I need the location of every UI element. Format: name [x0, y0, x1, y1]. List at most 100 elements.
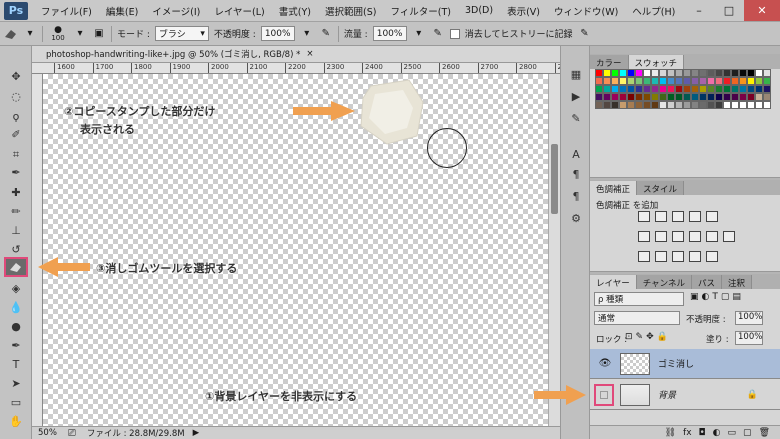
swatch-cell[interactable]	[723, 85, 731, 93]
swatch-cell[interactable]	[619, 85, 627, 93]
fill-input[interactable]: 100%	[735, 331, 763, 345]
close-document-icon[interactable]: ×	[306, 49, 313, 59]
swatch-cell[interactable]	[747, 85, 755, 93]
flow-input[interactable]: 100%	[372, 26, 407, 41]
swatch-cell[interactable]	[659, 69, 667, 77]
swatch-cell[interactable]	[699, 85, 707, 93]
swatch-cell[interactable]	[611, 93, 619, 101]
layer-filter-icons[interactable]: ▣◐T▢▤	[690, 292, 744, 302]
swatch-cell[interactable]	[635, 93, 643, 101]
swatch-cell[interactable]	[739, 77, 747, 85]
brush-presets-icon[interactable]: ¶	[567, 188, 585, 204]
quick-select-tool-icon[interactable]: ✐	[6, 126, 26, 143]
hand-tool-icon[interactable]: ✋	[6, 413, 26, 430]
swatch-cell[interactable]	[747, 101, 755, 109]
swatch-cell[interactable]	[723, 93, 731, 101]
swatch-cell[interactable]	[763, 77, 771, 85]
swatch-cell[interactable]	[747, 93, 755, 101]
tab-styles[interactable]: スタイル	[637, 181, 685, 195]
gradient-map-icon[interactable]	[689, 251, 701, 262]
swatch-cell[interactable]	[603, 93, 611, 101]
swatch-cell[interactable]	[731, 101, 739, 109]
swatch-cell[interactable]	[651, 93, 659, 101]
swatch-cell[interactable]	[691, 69, 699, 77]
history-brush-tool-icon[interactable]: ↺	[6, 241, 26, 258]
type-tool-icon[interactable]: T	[6, 356, 26, 373]
levels-icon[interactable]	[655, 211, 667, 222]
swatch-cell[interactable]	[739, 85, 747, 93]
folder-icon[interactable]: ▭	[728, 428, 737, 438]
eraser-preset-icon[interactable]	[4, 27, 18, 41]
swatch-cell[interactable]	[659, 93, 667, 101]
fx-icon[interactable]: fx	[683, 428, 692, 438]
exposure-icon[interactable]	[689, 211, 701, 222]
swatch-cell[interactable]	[715, 101, 723, 109]
zoom-level[interactable]: 50%	[38, 428, 57, 438]
swatch-cell[interactable]	[667, 101, 675, 109]
maximize-button[interactable]: □	[714, 0, 744, 21]
layer-name[interactable]: 背景	[658, 388, 676, 401]
dodge-tool-icon[interactable]: ●	[6, 318, 26, 335]
invert-icon[interactable]	[638, 251, 650, 262]
posterize-icon[interactable]	[655, 251, 667, 262]
actions-panel-icon[interactable]: ▶	[567, 88, 585, 104]
swatch-cell[interactable]	[603, 85, 611, 93]
swatch-cell[interactable]	[651, 101, 659, 109]
swatch-cell[interactable]	[635, 69, 643, 77]
erase-to-history-checkbox[interactable]	[449, 28, 460, 39]
swatch-cell[interactable]	[675, 85, 683, 93]
swatch-cell[interactable]	[707, 101, 715, 109]
swatch-cell[interactable]	[667, 69, 675, 77]
selective-color-icon[interactable]	[706, 251, 718, 262]
swatch-cell[interactable]	[603, 101, 611, 109]
black-white-icon[interactable]	[672, 231, 684, 242]
tab-swatches[interactable]: スウォッチ	[628, 55, 685, 69]
swatch-cell[interactable]	[627, 93, 635, 101]
chevron-down-icon[interactable]: ▾	[23, 27, 37, 41]
path-select-tool-icon[interactable]: ➤	[6, 375, 26, 392]
color-balance-icon[interactable]	[655, 231, 667, 242]
swatch-cell[interactable]	[627, 69, 635, 77]
menu-layer[interactable]: レイヤー(L)	[207, 4, 271, 18]
swatch-cell[interactable]	[723, 101, 731, 109]
hue-saturation-icon[interactable]	[638, 231, 650, 242]
pressure-opacity-icon[interactable]: ✎	[319, 27, 333, 41]
swatch-cell[interactable]	[715, 69, 723, 77]
swatch-cell[interactable]	[715, 85, 723, 93]
swatch-cell[interactable]	[651, 85, 659, 93]
swatch-cell[interactable]	[747, 69, 755, 77]
swatch-cell[interactable]	[755, 77, 763, 85]
swatch-cell[interactable]	[627, 101, 635, 109]
swatch-cell[interactable]	[595, 85, 603, 93]
swatch-cell[interactable]	[699, 69, 707, 77]
swatch-cell[interactable]	[739, 101, 747, 109]
swatch-cell[interactable]	[699, 101, 707, 109]
chevron-down-icon[interactable]: ▾	[412, 27, 426, 41]
tab-channels[interactable]: チャンネル	[636, 275, 692, 289]
channel-mixer-icon[interactable]	[706, 231, 718, 242]
swatch-cell[interactable]	[763, 69, 771, 77]
swatch-cell[interactable]	[755, 69, 763, 77]
brightness-contrast-icon[interactable]	[638, 211, 650, 222]
swatch-cell[interactable]	[691, 85, 699, 93]
swatch-cell[interactable]	[739, 93, 747, 101]
swatch-cell[interactable]	[643, 77, 651, 85]
trash-icon[interactable]: 🗑	[759, 428, 770, 438]
swatch-cell[interactable]	[595, 77, 603, 85]
swatch-cell[interactable]	[619, 93, 627, 101]
document-tab[interactable]: photoshop-handwriting-like+.jpg @ 50% (ゴ…	[32, 46, 560, 63]
eraser-tool-icon[interactable]	[4, 257, 28, 277]
menu-3d[interactable]: 3D(D)	[458, 5, 500, 16]
menu-type[interactable]: 書式(Y)	[272, 4, 318, 18]
marquee-tool-icon[interactable]: ◌	[6, 88, 26, 105]
swatch-cell[interactable]	[659, 101, 667, 109]
blur-tool-icon[interactable]: 💧	[6, 299, 26, 316]
visibility-eye-icon[interactable]: 👁	[596, 355, 614, 373]
menu-image[interactable]: イメージ(I)	[145, 4, 207, 18]
color-lookup-icon[interactable]	[723, 231, 735, 242]
swatch-cell[interactable]	[731, 77, 739, 85]
shape-tool-icon[interactable]: ▭	[6, 394, 26, 411]
layer-row-background[interactable]: 背景 🔒	[590, 380, 780, 410]
swatch-cell[interactable]	[715, 77, 723, 85]
chevron-down-icon[interactable]: ▾	[300, 27, 314, 41]
